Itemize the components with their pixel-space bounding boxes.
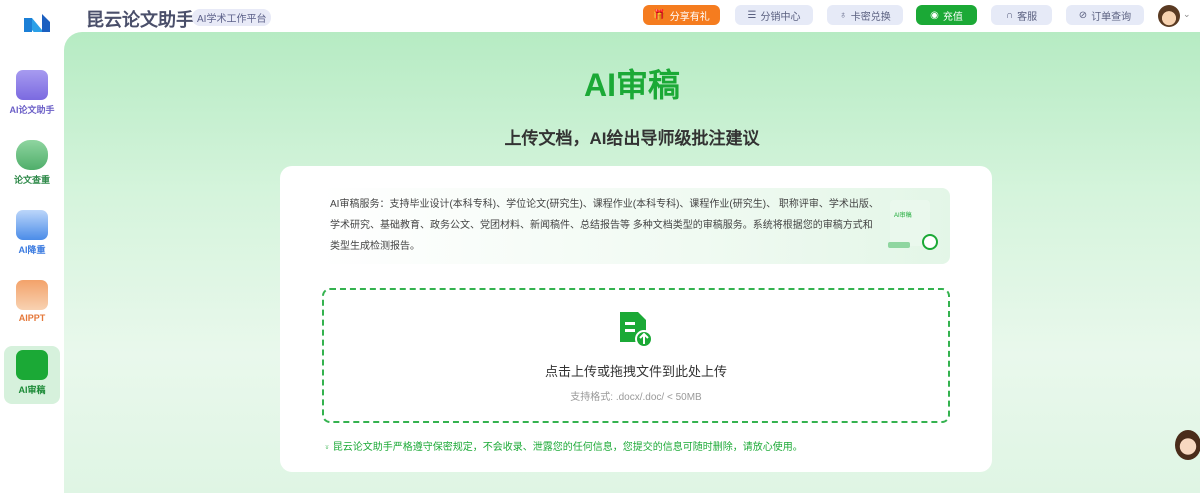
page-subtitle: 上传文档，AI给出导师级批注建议 xyxy=(504,129,760,148)
ppt-icon xyxy=(16,280,48,310)
sidebar-item-aippt[interactable]: AIPPT xyxy=(4,276,60,334)
customer-service-button[interactable]: ∩ 客服 xyxy=(991,5,1052,25)
order-query-button[interactable]: ⊘ 订单查询 xyxy=(1066,5,1144,25)
distribution-center-button[interactable]: ☰ 分销中心 xyxy=(735,5,813,25)
card-redeem-button[interactable]: ♁ 卡密兑换 xyxy=(827,5,903,25)
page-title: AI审稿 xyxy=(583,67,680,103)
key-icon: ♁ xyxy=(839,9,847,21)
sidebar-item-plagiarism-check[interactable]: 论文查重 xyxy=(4,136,60,194)
upload-file-icon xyxy=(620,312,653,348)
upload-formats: 支持格式: .docx/.doc/ < 50MB xyxy=(570,392,702,403)
coin-icon: ◉ xyxy=(930,9,939,21)
download-envelope-icon xyxy=(16,210,48,240)
privacy-note: ⍤ 昆云论文助手严格遵守保密规定，不会收录、泄露您的任何信息，您提交的信息可随时… xyxy=(324,442,803,453)
share-gift-button[interactable]: 🎁 分享有礼 xyxy=(643,5,720,25)
sidebar-item-ai-rewrite[interactable]: AI降重 xyxy=(4,206,60,264)
upload-card: AI审稿服务：支持毕业设计(本科专科)、学位论文(研究生)、课程作业(本科专科)… xyxy=(280,166,992,472)
assistant-avatar-button[interactable] xyxy=(1175,430,1200,460)
lock-icon: ⍤ xyxy=(324,442,333,453)
app-title: 昆云论文助手 xyxy=(86,10,194,30)
recharge-button[interactable]: ◉ 充值 xyxy=(916,5,977,25)
headset-icon: ∩ xyxy=(1005,9,1014,21)
chevron-down-icon[interactable]: ⌄ xyxy=(1183,9,1191,20)
paper-assistant-icon xyxy=(16,70,48,100)
upload-instruction: 点击上传或拖拽文件到此处上传 xyxy=(544,364,727,379)
main-content: AI审稿 上传文档，AI给出导师级批注建议 AI审稿服务：支持毕业设计(本科专科… xyxy=(64,32,1200,493)
review-illustration-icon: AI审稿 xyxy=(886,194,942,256)
sidebar: AI论文助手 论文查重 AI降重 AIPPT AI审稿 xyxy=(0,32,64,493)
gift-icon: 🎁 xyxy=(653,9,666,21)
top-bar: 昆云论文助手 AI学术工作平台 🎁 分享有礼 ☰ 分销中心 ♁ 卡密兑换 ◉ 充值 ∩ 客… xyxy=(0,0,1200,42)
database-icon: ☰ xyxy=(747,9,757,21)
sidebar-item-ai-review[interactable]: AI审稿 xyxy=(4,346,60,404)
review-doc-icon xyxy=(16,350,48,380)
user-avatar[interactable] xyxy=(1158,5,1180,27)
search-order-icon: ⊘ xyxy=(1078,9,1088,21)
magnifier-icon xyxy=(16,140,48,170)
service-description: AI审稿服务：支持毕业设计(本科专科)、学位论文(研究生)、课程作业(本科专科)… xyxy=(320,188,950,264)
platform-badge: AI学术工作平台 xyxy=(192,9,272,26)
file-drop-zone[interactable]: 点击上传或拖拽文件到此处上传 支持格式: .docx/.doc/ < 50MB xyxy=(322,288,950,423)
sidebar-item-ai-paper-assistant[interactable]: AI论文助手 xyxy=(4,66,60,124)
